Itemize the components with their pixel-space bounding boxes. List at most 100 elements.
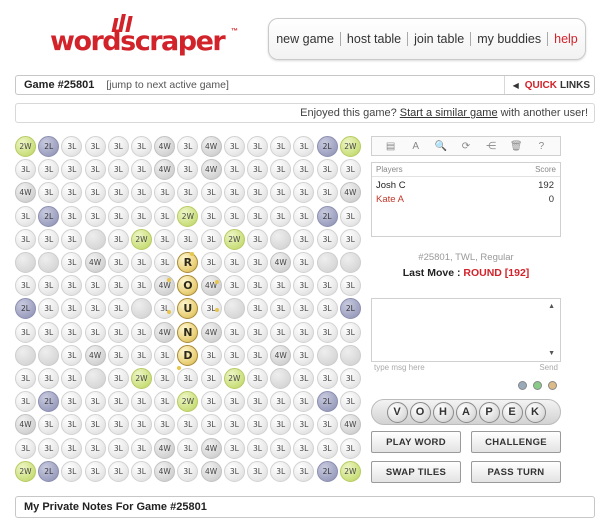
board-cell-triple-letter[interactable]: 3L: [107, 228, 129, 250]
board-cell-quad-word[interactable]: 4W: [200, 437, 222, 459]
nav-join-table[interactable]: join table: [408, 32, 470, 46]
rack-tile[interactable]: P: [478, 401, 500, 423]
board-cell-triple-letter[interactable]: 3L: [270, 298, 292, 320]
status-dot-icon[interactable]: [533, 381, 542, 390]
board-cell-triple-letter[interactable]: 3L: [15, 391, 36, 413]
board-cell-triple-letter[interactable]: 3L: [339, 368, 361, 389]
nav-my-buddies[interactable]: my buddies: [471, 32, 547, 46]
board-cell-triple-letter[interactable]: 3L: [154, 228, 176, 250]
board-cell-quad-word[interactable]: 4W: [270, 252, 292, 273]
board-cell-empty[interactable]: [84, 368, 106, 389]
board-cell-triple-letter[interactable]: 3L: [339, 159, 361, 181]
board-cell-triple-letter[interactable]: 3L: [293, 460, 315, 482]
board-cell-triple-letter[interactable]: 3L: [61, 182, 83, 204]
board-cell-triple-letter[interactable]: 3L: [339, 275, 361, 297]
board-cell-triple-letter[interactable]: 3L: [131, 414, 152, 436]
board-cell-triple-letter[interactable]: 3L: [270, 136, 292, 157]
board-cell-double-word[interactable]: 2W: [177, 205, 199, 227]
board-cell-triple-letter[interactable]: 3L: [61, 252, 83, 273]
board-cell-triple-letter[interactable]: 3L: [200, 414, 222, 436]
board-cell-triple-letter[interactable]: 3L: [177, 182, 199, 204]
board-cell-triple-letter[interactable]: 3L: [293, 414, 315, 436]
board-cell-double-letter[interactable]: 2L: [38, 460, 60, 482]
board-cell-triple-letter[interactable]: 3L: [293, 275, 315, 297]
board-cell-triple-letter[interactable]: 3L: [131, 182, 152, 204]
scroll-up-icon[interactable]: ▲: [548, 303, 555, 310]
board-cell-triple-letter[interactable]: 3L: [154, 182, 176, 204]
board-tile[interactable]: O: [177, 275, 199, 297]
board-cell-triple-letter[interactable]: 3L: [293, 368, 315, 389]
board-cell-triple-letter[interactable]: 3L: [84, 182, 106, 204]
board-cell-triple-letter[interactable]: 3L: [339, 228, 361, 250]
board-cell-triple-letter[interactable]: 3L: [38, 182, 60, 204]
board-cell-triple-letter[interactable]: 3L: [247, 391, 268, 413]
board-cell-double-word[interactable]: 2W: [15, 136, 36, 157]
board-cell-triple-letter[interactable]: 3L: [200, 205, 222, 227]
board-cell-quad-word[interactable]: 4W: [200, 159, 222, 181]
board-cell-triple-letter[interactable]: 3L: [154, 344, 176, 366]
board-cell-triple-letter[interactable]: 3L: [316, 414, 338, 436]
board-cell-triple-letter[interactable]: 3L: [154, 298, 176, 320]
board-cell-quad-word[interactable]: 4W: [200, 460, 222, 482]
board-cell-triple-letter[interactable]: 3L: [247, 460, 268, 482]
board-cell-triple-letter[interactable]: 3L: [38, 321, 60, 343]
scroll-down-icon[interactable]: ▼: [548, 350, 555, 357]
board-cell-triple-letter[interactable]: 3L: [223, 344, 245, 366]
board-cell-double-letter[interactable]: 2L: [15, 298, 36, 320]
board-cell-triple-letter[interactable]: 3L: [61, 136, 83, 157]
board-cell-triple-letter[interactable]: 3L: [223, 252, 245, 273]
board-cell-triple-letter[interactable]: 3L: [200, 368, 222, 389]
board-cell-triple-letter[interactable]: 3L: [316, 368, 338, 389]
board-cell-triple-letter[interactable]: 3L: [154, 414, 176, 436]
board-cell-triple-letter[interactable]: 3L: [84, 414, 106, 436]
board-cell-triple-letter[interactable]: 3L: [270, 275, 292, 297]
board-cell-triple-letter[interactable]: 3L: [131, 136, 152, 157]
nav-help[interactable]: help: [548, 32, 584, 46]
board-cell-triple-letter[interactable]: 3L: [15, 321, 36, 343]
board-cell-double-word[interactable]: 2W: [339, 460, 361, 482]
rack-tile[interactable]: O: [409, 401, 431, 423]
board-cell-quad-word[interactable]: 4W: [200, 275, 222, 297]
board-cell-triple-letter[interactable]: 3L: [61, 159, 83, 181]
board-cell-triple-letter[interactable]: 3L: [339, 321, 361, 343]
board-cell-triple-letter[interactable]: 3L: [247, 344, 268, 366]
board-cell-quad-word[interactable]: 4W: [154, 159, 176, 181]
status-dot-icon[interactable]: [518, 381, 527, 390]
board-cell-empty[interactable]: [270, 228, 292, 250]
board-cell-triple-letter[interactable]: 3L: [177, 159, 199, 181]
board-cell-triple-letter[interactable]: 3L: [154, 368, 176, 389]
board-cell-triple-letter[interactable]: 3L: [247, 136, 268, 157]
board-cell-triple-letter[interactable]: 3L: [177, 437, 199, 459]
board-cell-triple-letter[interactable]: 3L: [270, 159, 292, 181]
board-cell-triple-letter[interactable]: 3L: [61, 205, 83, 227]
board-cell-triple-letter[interactable]: 3L: [293, 205, 315, 227]
board-cell-triple-letter[interactable]: 3L: [223, 205, 245, 227]
board-cell-triple-letter[interactable]: 3L: [131, 205, 152, 227]
board-cell-triple-letter[interactable]: 3L: [293, 321, 315, 343]
board-cell-triple-letter[interactable]: 3L: [200, 344, 222, 366]
board-cell-triple-letter[interactable]: 3L: [131, 252, 152, 273]
board-cell-triple-letter[interactable]: 3L: [247, 159, 268, 181]
board-cell-triple-letter[interactable]: 3L: [131, 159, 152, 181]
board-cell-quad-word[interactable]: 4W: [15, 414, 36, 436]
board-cell-quad-word[interactable]: 4W: [84, 344, 106, 366]
board-cell-triple-letter[interactable]: 3L: [223, 391, 245, 413]
board-cell-double-word[interactable]: 2W: [223, 368, 245, 389]
board-cell-triple-letter[interactable]: 3L: [15, 437, 36, 459]
board-cell-triple-letter[interactable]: 3L: [177, 368, 199, 389]
board-cell-triple-letter[interactable]: 3L: [293, 228, 315, 250]
board-cell-empty[interactable]: [270, 368, 292, 389]
board-cell-quad-word[interactable]: 4W: [200, 136, 222, 157]
board-cell-triple-letter[interactable]: 3L: [247, 205, 268, 227]
board-cell-triple-letter[interactable]: 3L: [316, 298, 338, 320]
board-cell-triple-letter[interactable]: 3L: [38, 228, 60, 250]
wordscraper-logo[interactable]: wordscraper ™: [48, 14, 238, 64]
rack-tile[interactable]: E: [501, 401, 523, 423]
board-cell-triple-letter[interactable]: 3L: [316, 182, 338, 204]
board-cell-triple-letter[interactable]: 3L: [38, 414, 60, 436]
font-icon[interactable]: A: [409, 141, 423, 152]
board-cell-double-word[interactable]: 2W: [177, 391, 199, 413]
board-cell-triple-letter[interactable]: 3L: [316, 275, 338, 297]
board-cell-triple-letter[interactable]: 3L: [177, 460, 199, 482]
board-cell-triple-letter[interactable]: 3L: [84, 159, 106, 181]
